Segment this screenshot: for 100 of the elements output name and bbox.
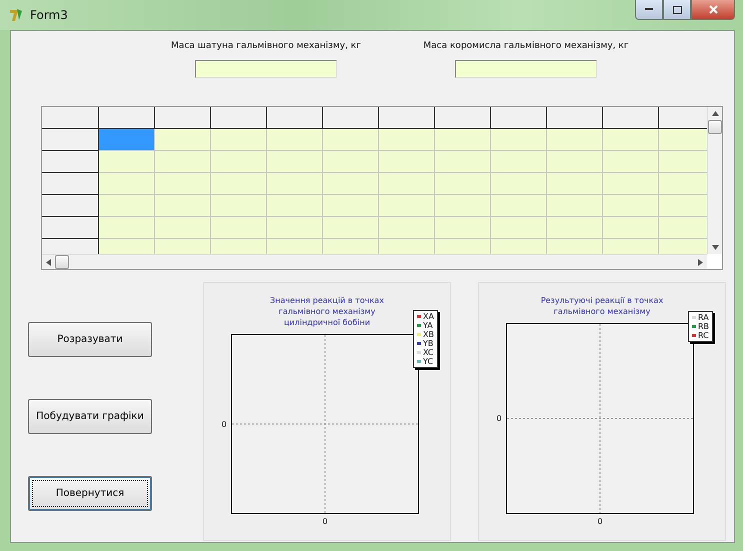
- grid-cell[interactable]: [435, 151, 491, 173]
- scroll-up-icon[interactable]: [712, 110, 718, 117]
- grid-cell[interactable]: [435, 173, 491, 195]
- grid-cell[interactable]: [547, 129, 603, 151]
- grid-cell[interactable]: [547, 217, 603, 239]
- grid-cell[interactable]: [323, 129, 379, 151]
- grid-row-header[interactable]: [42, 129, 99, 151]
- scroll-thumb[interactable]: [708, 120, 722, 134]
- grid-cell[interactable]: [99, 195, 155, 217]
- grid-cell[interactable]: [603, 195, 659, 217]
- grid-cell[interactable]: [603, 129, 659, 151]
- legend-label: RA: [698, 313, 709, 322]
- input-field[interactable]: [195, 60, 337, 78]
- legend-label: XB: [423, 330, 434, 339]
- action-button[interactable]: Повернутися: [28, 476, 152, 511]
- grid-corner-cell: [42, 107, 99, 129]
- legend-label: RC: [698, 331, 709, 340]
- grid-header-cell[interactable]: [603, 107, 659, 129]
- grid-cell[interactable]: [379, 195, 435, 217]
- grid-header-cell[interactable]: [659, 107, 707, 129]
- grid-header-cell[interactable]: [323, 107, 379, 129]
- input-field[interactable]: [455, 60, 597, 78]
- grid-cell[interactable]: [547, 195, 603, 217]
- grid-row-header[interactable]: [42, 195, 99, 217]
- grid-cell[interactable]: [659, 151, 707, 173]
- grid-cell[interactable]: [379, 129, 435, 151]
- grid-cell[interactable]: [211, 151, 267, 173]
- grid-cell[interactable]: [379, 173, 435, 195]
- grid-cell[interactable]: [491, 217, 547, 239]
- action-button[interactable]: Побудувати графіки: [28, 399, 152, 434]
- scroll-right-icon[interactable]: [697, 258, 704, 266]
- chart-title: Результуючі реакції в точках гальмівного механізму: [540, 295, 664, 317]
- grid-cell[interactable]: [99, 129, 155, 151]
- legend-label: XC: [423, 348, 434, 357]
- grid-cell[interactable]: [211, 217, 267, 239]
- grid-cell[interactable]: [603, 217, 659, 239]
- grid-cell[interactable]: [491, 173, 547, 195]
- grid-cell[interactable]: [603, 173, 659, 195]
- grid-cell[interactable]: [659, 195, 707, 217]
- grid-header-cell[interactable]: [99, 107, 155, 129]
- grid-header-cell[interactable]: [435, 107, 491, 129]
- scroll-thumb[interactable]: [55, 255, 69, 269]
- legend-label: XA: [423, 312, 434, 321]
- grid-cell[interactable]: [155, 173, 211, 195]
- grid-cell[interactable]: [547, 151, 603, 173]
- grid-cell[interactable]: [99, 173, 155, 195]
- grid-header-cell[interactable]: [379, 107, 435, 129]
- y-tick-label: 0: [221, 420, 227, 428]
- grid-header-cell[interactable]: [547, 107, 603, 129]
- grid-cell[interactable]: [323, 195, 379, 217]
- maximize-icon: [672, 6, 682, 14]
- grid-header-cell[interactable]: [155, 107, 211, 129]
- grid-cell[interactable]: [379, 151, 435, 173]
- grid-cell[interactable]: [267, 173, 323, 195]
- grid-cell[interactable]: [659, 173, 707, 195]
- grid-cell[interactable]: [603, 151, 659, 173]
- grid-cell[interactable]: [267, 129, 323, 151]
- grid-cell[interactable]: [99, 151, 155, 173]
- grid-cell[interactable]: [211, 129, 267, 151]
- minimize-icon: [645, 8, 653, 11]
- grid-cell[interactable]: [323, 217, 379, 239]
- legend-label: YB: [423, 339, 434, 348]
- grid-cell[interactable]: [379, 217, 435, 239]
- grid-cell[interactable]: [435, 195, 491, 217]
- grid-cell[interactable]: [155, 151, 211, 173]
- grid-header-cell[interactable]: [491, 107, 547, 129]
- scroll-left-icon[interactable]: [45, 258, 52, 266]
- vertical-scrollbar[interactable]: [707, 107, 722, 254]
- horizontal-scrollbar[interactable]: [42, 254, 707, 269]
- grid-cell[interactable]: [491, 151, 547, 173]
- grid-cell[interactable]: [211, 195, 267, 217]
- grid-cell[interactable]: [267, 151, 323, 173]
- grid-row-header[interactable]: [42, 217, 99, 239]
- legend-label: RB: [698, 322, 709, 331]
- grid-header-cell[interactable]: [211, 107, 267, 129]
- grid-cell[interactable]: [155, 129, 211, 151]
- scroll-down-icon[interactable]: [712, 244, 718, 251]
- grid-cell[interactable]: [491, 195, 547, 217]
- grid-cell[interactable]: [659, 129, 707, 151]
- minimize-button[interactable]: [635, 0, 663, 20]
- close-button[interactable]: [691, 0, 735, 20]
- grid-cell[interactable]: [323, 151, 379, 173]
- grid-cell[interactable]: [547, 173, 603, 195]
- grid-cell[interactable]: [659, 217, 707, 239]
- grid-header-cell[interactable]: [267, 107, 323, 129]
- grid-cell[interactable]: [267, 195, 323, 217]
- grid-cell[interactable]: [267, 217, 323, 239]
- grid-cell[interactable]: [435, 217, 491, 239]
- grid-cell[interactable]: [99, 217, 155, 239]
- grid-cell[interactable]: [211, 173, 267, 195]
- grid-row-header[interactable]: [42, 151, 99, 173]
- grid-cell[interactable]: [435, 129, 491, 151]
- maximize-button[interactable]: [663, 0, 691, 20]
- app-icon: [8, 7, 24, 23]
- grid-cell[interactable]: [491, 129, 547, 151]
- grid-cell[interactable]: [323, 173, 379, 195]
- grid-cell[interactable]: [155, 217, 211, 239]
- action-button[interactable]: Розразувати: [28, 322, 152, 357]
- grid-cell[interactable]: [155, 195, 211, 217]
- grid-row-header[interactable]: [42, 173, 99, 195]
